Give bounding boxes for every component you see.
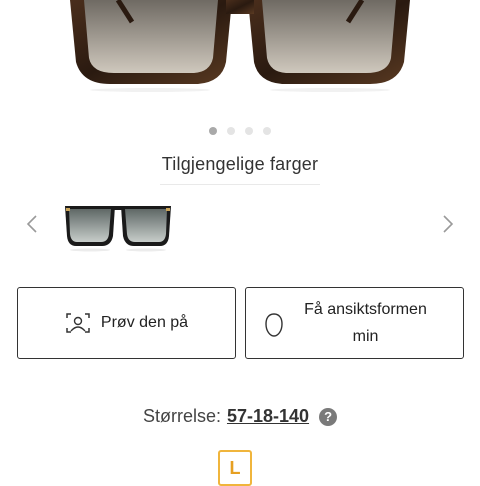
carousel-dot[interactable] [209,127,217,135]
try-on-label: Prøv den på [100,314,189,331]
carousel-dot[interactable] [245,127,253,135]
size-option-l[interactable]: L [218,450,252,486]
face-shape-button[interactable]: Få ansiktsformen min [245,287,464,359]
face-outline-icon [265,313,283,337]
face-scan-icon [66,313,90,333]
product-image [70,0,410,92]
try-on-button[interactable]: Prøv den på [17,287,236,359]
chevron-left-icon[interactable] [22,213,42,235]
divider [160,184,320,185]
available-colors-title: Tilgjengelige farger [161,154,319,174]
color-swatch-black[interactable] [62,198,174,254]
face-shape-label: Få ansiktsformen min [304,301,427,345]
carousel-dots [0,127,480,135]
size-label: Størrelse: [142,406,221,426]
carousel-dot[interactable] [227,127,235,135]
help-icon[interactable]: ? [319,407,338,426]
carousel-dot[interactable] [263,127,271,135]
size-value-link[interactable]: 57-18-140 [227,406,309,427]
size-row: Størrelse: 57-18-140 ? [0,406,480,427]
chevron-right-icon[interactable] [438,213,458,235]
